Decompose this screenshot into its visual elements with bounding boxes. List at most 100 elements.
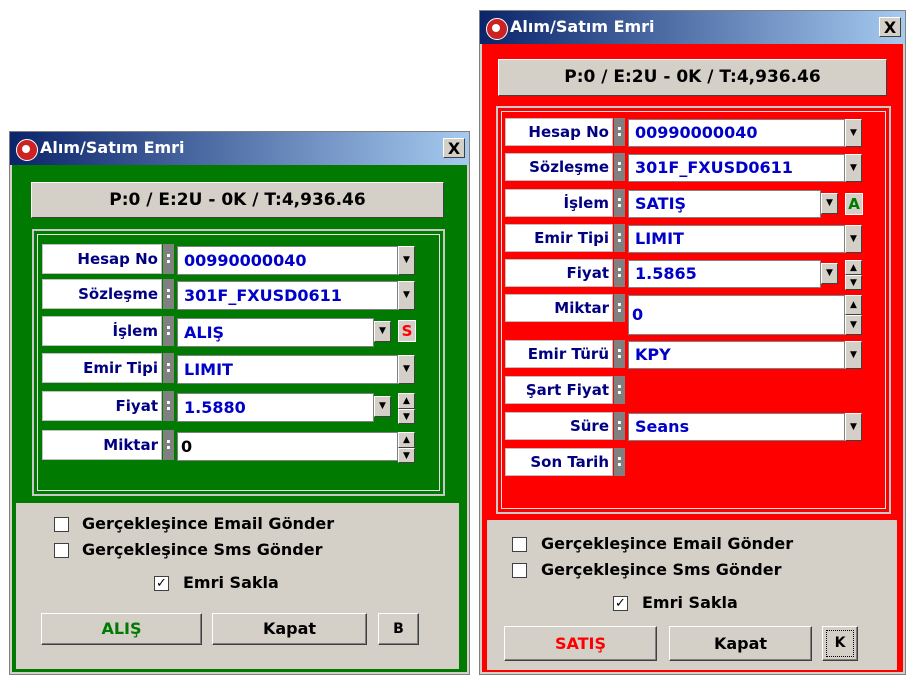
contract-dropdown-icon[interactable]: ▼ [845,154,862,182]
quantity-input[interactable]: 0 [628,295,845,335]
side-toggle-button[interactable]: K [822,626,858,661]
contract-dropdown-icon[interactable]: ▼ [398,281,415,310]
sms-notify-checkbox[interactable] [54,543,69,558]
account-select[interactable]: 00990000040 [628,119,845,147]
separator: : [614,340,625,368]
order-type-select[interactable]: LIMIT [628,225,845,253]
order-kind-label: Emir Türü [505,340,613,368]
action-dropdown-icon[interactable]: ▼ [374,321,391,342]
email-notify-checkbox[interactable] [54,517,69,532]
price-label: Fiyat [505,259,613,287]
switch-side-button[interactable]: A [845,193,863,215]
price-input[interactable]: 1.5880 [177,393,374,422]
account-dropdown-icon[interactable]: ▼ [398,246,415,275]
contract-label: Sözleşme [42,279,162,309]
price-input[interactable]: 1.5865 [628,260,821,288]
separator: : [614,189,625,217]
save-order-label: Emri Sakla [183,573,279,592]
price-stepper[interactable]: ▲ ▼ [845,260,862,290]
close-icon[interactable]: X [443,138,465,158]
position-summary-button[interactable]: P:0 / E:2U - 0K / T:4,936.46 [498,59,887,96]
switch-side-button[interactable]: S [398,320,416,342]
sms-notify-label: Gerçekleşince Sms Gönder [82,540,323,559]
separator: : [163,316,174,346]
save-order-checkbox[interactable]: ✓ [154,576,169,591]
account-label: Hesap No [505,118,613,146]
separator: : [614,448,625,476]
email-notify-label: Gerçekleşince Email Gönder [82,514,335,533]
arrow-down-icon[interactable]: ▼ [398,408,415,424]
sell-submit-button[interactable]: SATIŞ [504,626,657,661]
buy-order-window: Alım/Satım Emri X P:0 / E:2U - 0K / T:4,… [9,131,470,675]
quantity-label: Miktar [505,294,613,322]
order-form-body: P:0 / E:2U - 0K / T:4,936.46 Hesap No : … [12,165,467,672]
position-summary-button[interactable]: P:0 / E:2U - 0K / T:4,936.46 [31,182,444,218]
order-type-dropdown-icon[interactable]: ▼ [398,355,415,384]
order-kind-dropdown-icon[interactable]: ▼ [845,341,862,369]
arrow-down-icon[interactable]: ▼ [845,315,862,335]
quantity-label: Miktar [42,430,162,460]
app-logo-icon [486,18,508,40]
arrow-up-icon[interactable]: ▲ [398,432,415,448]
order-type-select[interactable]: LIMIT [177,355,398,384]
sms-notify-label: Gerçekleşince Sms Gönder [541,560,782,579]
account-dropdown-icon[interactable]: ▼ [845,119,862,147]
sms-notify-checkbox[interactable] [512,563,527,578]
action-select[interactable]: SATIŞ [628,190,821,218]
separator: : [163,430,174,460]
arrow-up-icon[interactable]: ▲ [398,393,415,409]
price-label: Fiyat [42,391,162,421]
order-type-label: Emir Tipi [42,353,162,383]
app-logo-icon [16,139,38,161]
contract-select[interactable]: 301F_FXUSD0611 [628,154,845,182]
contract-select[interactable]: 301F_FXUSD0611 [177,281,398,310]
options-panel: Gerçekleşince Email Gönder Gerçekleşince… [16,503,459,669]
close-button[interactable]: Kapat [212,613,367,645]
email-notify-label: Gerçekleşince Email Gönder [541,534,794,553]
separator: : [614,118,625,146]
price-stepper[interactable]: ▲ ▼ [398,393,415,424]
email-notify-checkbox[interactable] [512,537,527,552]
separator: : [614,224,625,252]
close-icon[interactable]: X [879,17,901,37]
separator: : [163,353,174,383]
window-title: Alım/Satım Emri [40,138,185,157]
quantity-stepper[interactable]: ▲ ▼ [398,432,415,463]
duration-dropdown-icon[interactable]: ▼ [845,413,862,441]
window-title: Alım/Satım Emri [510,17,655,36]
separator: : [614,376,625,404]
title-bar[interactable]: Alım/Satım Emri X [480,11,905,44]
quantity-input[interactable]: 0 [177,432,398,461]
close-button[interactable]: Kapat [669,626,812,661]
duration-label: Süre [505,412,613,440]
arrow-up-icon[interactable]: ▲ [845,295,862,315]
buy-submit-button[interactable]: ALIŞ [41,613,202,645]
arrow-up-icon[interactable]: ▲ [845,260,862,275]
save-order-checkbox[interactable]: ✓ [613,596,628,611]
options-panel: Gerçekleşince Email Gönder Gerçekleşince… [487,520,897,670]
condition-price-label: Şart Fiyat [505,376,613,404]
order-type-label: Emir Tipi [505,224,613,252]
order-kind-select[interactable]: KPY [628,341,845,369]
separator: : [614,259,625,287]
contract-label: Sözleşme [505,153,613,181]
end-date-label: Son Tarih [505,448,613,476]
price-dropdown-icon[interactable]: ▼ [821,263,838,284]
arrow-down-icon[interactable]: ▼ [845,275,862,290]
separator: : [163,279,174,309]
separator: : [614,294,625,322]
order-type-dropdown-icon[interactable]: ▼ [845,225,862,253]
quantity-stepper[interactable]: ▲ ▼ [845,295,862,335]
title-bar[interactable]: Alım/Satım Emri X [10,132,469,165]
duration-select[interactable]: Seans [628,413,845,441]
price-dropdown-icon[interactable]: ▼ [374,396,391,417]
action-label: İşlem [505,189,613,217]
action-dropdown-icon[interactable]: ▼ [821,193,838,214]
side-toggle-button[interactable]: B [378,613,419,645]
action-select[interactable]: ALIŞ [177,318,374,347]
action-label: İşlem [42,316,162,346]
save-order-label: Emri Sakla [642,593,738,612]
account-select[interactable]: 00990000040 [177,246,398,275]
separator: : [163,244,174,274]
arrow-down-icon[interactable]: ▼ [398,447,415,463]
